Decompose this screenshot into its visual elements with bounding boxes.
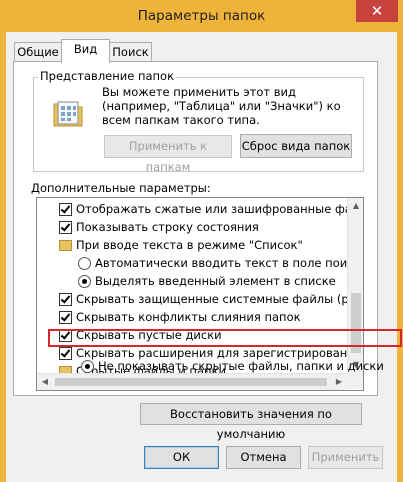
advanced-settings-label: Дополнительные параметры:	[31, 181, 211, 195]
apply-to-folders-button[interactable]: Применить к папкам	[104, 135, 232, 174]
radio-button[interactable]	[78, 275, 91, 288]
highlight-annotation	[48, 329, 402, 347]
ok-button[interactable]: ОК	[144, 446, 219, 469]
scroll-right-icon[interactable]: ▶	[331, 374, 347, 390]
folder-view-icon	[53, 101, 83, 127]
tab-view[interactable]: Вид	[61, 39, 110, 63]
radio-button[interactable]	[81, 360, 94, 373]
checkbox[interactable]	[59, 203, 72, 216]
folder-icon	[59, 240, 72, 251]
checkbox[interactable]	[59, 221, 72, 234]
folder-view-group-title: Представление папок	[38, 69, 177, 83]
tab-general[interactable]: Общие	[14, 42, 62, 63]
close-button[interactable]: ✕	[356, 0, 398, 22]
scroll-thumb[interactable]	[55, 378, 327, 386]
restore-defaults-button[interactable]: Восстановить значения по умолчанию	[140, 403, 362, 441]
title-bar: Параметры папок ✕	[0, 0, 403, 32]
reset-folders-button[interactable]: Сброс вида папок	[240, 134, 352, 158]
checkbox[interactable]	[59, 347, 72, 360]
window-frame-right	[397, 32, 403, 482]
folder-view-description: Вы можете применить этот вид (например, …	[102, 85, 341, 127]
window-title: Параметры папок	[137, 8, 266, 24]
scrollbar-corner	[347, 373, 363, 389]
apply-button[interactable]: Применить	[308, 446, 383, 469]
checkbox[interactable]	[59, 311, 72, 324]
horizontal-scrollbar[interactable]: ◀ ▶	[37, 373, 347, 390]
tab-search[interactable]: Поиск	[109, 42, 152, 63]
scroll-up-icon[interactable]: ▲	[348, 198, 363, 214]
scroll-left-icon[interactable]: ◀	[37, 374, 53, 390]
cancel-button[interactable]: Отмена	[226, 446, 301, 469]
checkbox[interactable]	[59, 293, 72, 306]
radio-button[interactable]	[78, 257, 91, 270]
